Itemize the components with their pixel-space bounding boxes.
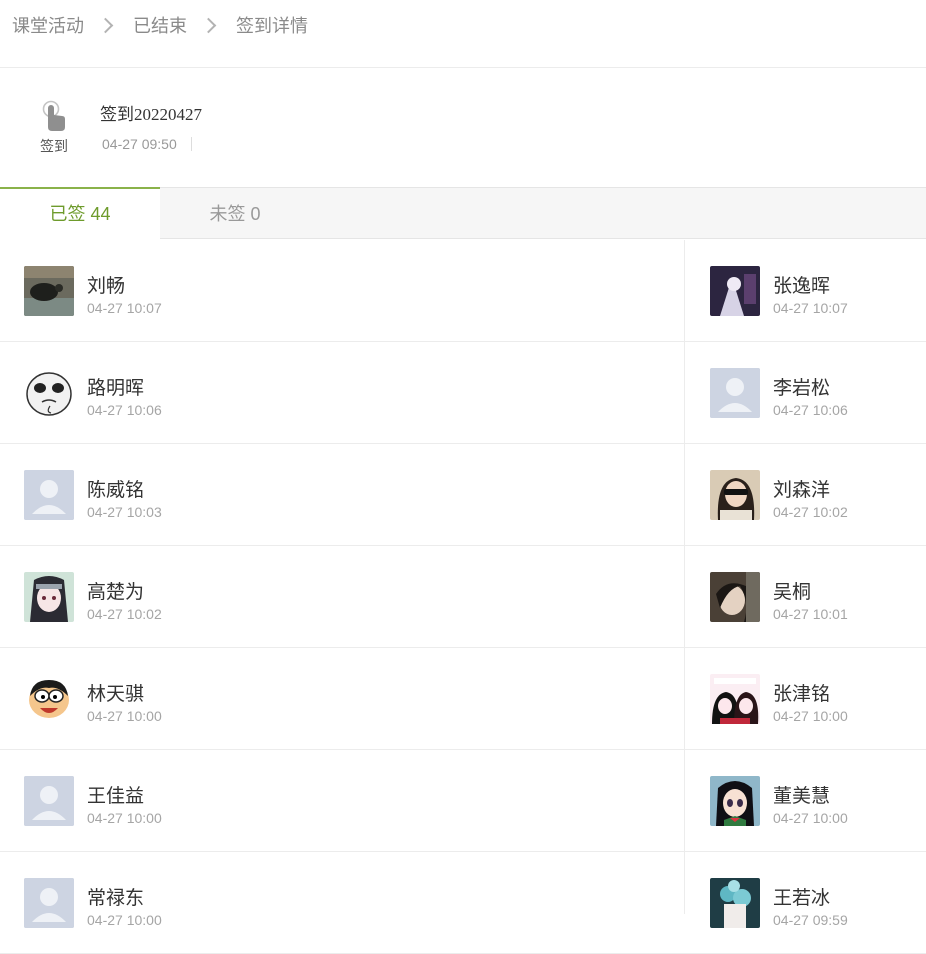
divider (0, 67, 926, 68)
activity-meta: 04-27 09:50 (102, 136, 192, 152)
activity-time: 04-27 09:50 (102, 136, 177, 152)
attendee-name: 常禄东 (87, 888, 145, 909)
attendee-name: 李岩松 (773, 378, 831, 399)
attendee-name: 吴桐 (773, 582, 812, 603)
tab-unsigned[interactable]: 未签 0 (160, 188, 310, 238)
avatar (710, 776, 760, 826)
avatar (24, 368, 74, 418)
table-row: 王佳益 04-27 10:00 董美慧 04-27 10:00 (0, 750, 926, 852)
tab-signed[interactable]: 已签 44 (0, 187, 160, 240)
table-row: 刘畅 04-27 10:07 张逸晖 04-27 10:07 (0, 240, 926, 342)
breadcrumb-ended[interactable]: 已结束 (133, 12, 187, 38)
avatar (710, 470, 760, 520)
attendee-list: 刘畅 04-27 10:07 张逸晖 04-27 10:07 路明晖 04-27 10:0… (0, 240, 926, 954)
tap-hand-icon (42, 100, 65, 131)
attendee-name: 陈威铭 (87, 480, 145, 501)
table-row: 陈威铭 04-27 10:03 刘森洋 04-27 10:02 (0, 444, 926, 546)
sign-in-time: 04-27 10:00 (87, 708, 162, 724)
sign-in-time: 04-27 10:02 (87, 606, 162, 622)
attendee-name: 刘畅 (87, 276, 126, 297)
avatar (710, 572, 760, 622)
sign-in-time: 04-27 10:00 (87, 810, 162, 826)
sign-in-time: 04-27 10:00 (87, 912, 162, 928)
avatar (710, 878, 760, 928)
breadcrumb: 课堂活动 已结束 签到详情 (12, 12, 308, 38)
sign-in-time: 04-27 10:06 (773, 402, 848, 418)
sign-in-time: 04-27 10:07 (773, 300, 848, 316)
avatar (710, 266, 760, 316)
breadcrumb-current: 签到详情 (236, 16, 308, 36)
avatar (24, 776, 74, 826)
chevron-right-icon (200, 17, 217, 33)
column-divider (684, 240, 685, 914)
attendee-name: 张逸晖 (773, 276, 831, 297)
sign-in-time: 04-27 10:07 (87, 300, 162, 316)
sign-in-time: 04-27 10:00 (773, 810, 848, 826)
attendee-name: 刘森洋 (773, 480, 831, 501)
chevron-right-icon (97, 17, 114, 33)
table-row: 林天骐 04-27 10:00 张津铭 04-27 10:00 (0, 648, 926, 750)
avatar (24, 266, 74, 316)
meta-divider (190, 137, 192, 151)
tabs: 已签 44 未签 0 (0, 187, 926, 240)
attendee-name: 高楚为 (87, 582, 145, 603)
activity-type: 签到 (34, 100, 74, 156)
avatar (24, 674, 74, 724)
avatar (24, 878, 74, 928)
sign-in-time: 04-27 10:01 (773, 606, 848, 622)
table-row: 常禄东 04-27 10:00 王若冰 04-27 09:59 (0, 852, 926, 954)
sign-in-time: 04-27 10:02 (773, 504, 848, 520)
activity-title: 签到20220427 (100, 105, 202, 124)
sign-in-time: 04-27 10:00 (773, 708, 848, 724)
sign-in-time: 04-27 10:03 (87, 504, 162, 520)
attendee-name: 张津铭 (773, 684, 831, 705)
sign-in-time: 04-27 10:06 (87, 402, 162, 418)
breadcrumb-classroom-activity[interactable]: 课堂活动 (12, 12, 84, 38)
table-row: 高楚为 04-27 10:02 吴桐 04-27 10:01 (0, 546, 926, 648)
avatar (710, 368, 760, 418)
avatar (24, 572, 74, 622)
attendee-name: 董美慧 (773, 786, 831, 807)
sign-in-time: 04-27 09:59 (773, 912, 848, 928)
attendee-name: 王若冰 (773, 888, 831, 909)
attendee-name: 林天骐 (87, 684, 145, 705)
attendee-name: 王佳益 (87, 786, 145, 807)
activity-type-label: 签到 (40, 138, 68, 154)
avatar (24, 470, 74, 520)
attendee-name: 路明晖 (87, 378, 145, 399)
avatar (710, 674, 760, 724)
table-row: 路明晖 04-27 10:06 李岩松 04-27 10:06 (0, 342, 926, 444)
